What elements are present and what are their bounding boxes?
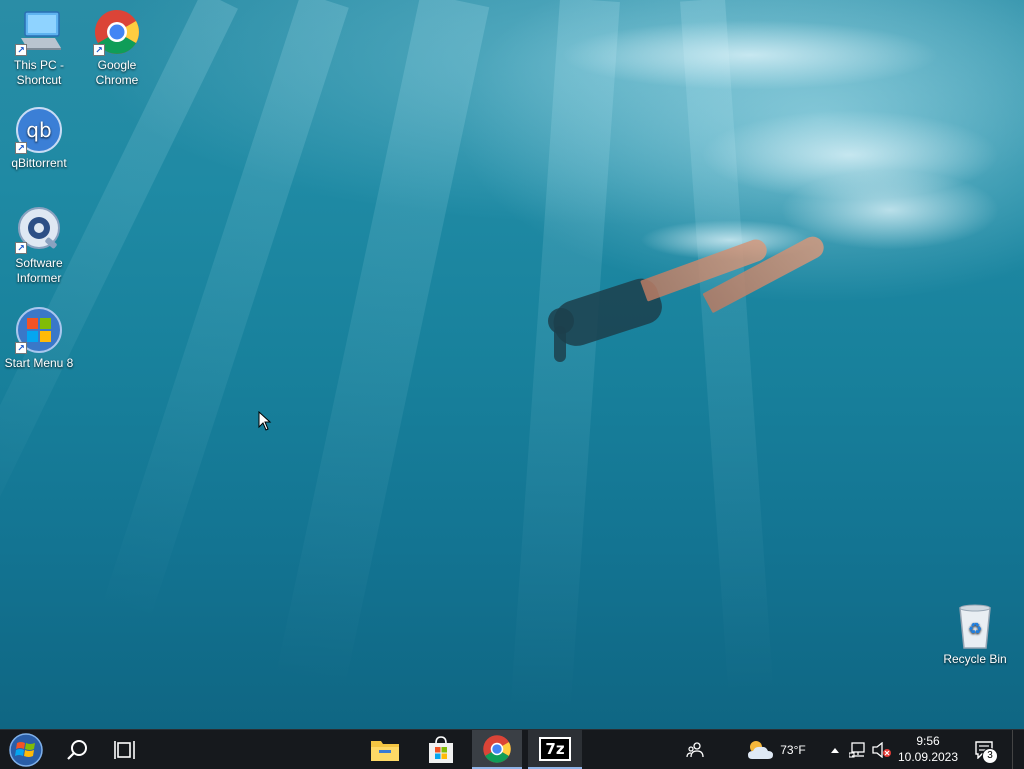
taskbar-app-microsoft-store[interactable] (416, 730, 466, 769)
chevron-up-icon (831, 747, 839, 753)
people-icon (686, 741, 704, 757)
light-ray (509, 0, 620, 721)
shortcut-arrow-icon: ↗ (15, 242, 27, 254)
light-ray (100, 0, 349, 626)
shortcut-arrow-icon: ↗ (15, 342, 27, 354)
taskbar-app-google-chrome[interactable] (472, 730, 522, 769)
task-view-button[interactable] (102, 730, 150, 769)
surface-foam (700, 110, 1000, 200)
show-desktop-button[interactable] (1012, 730, 1024, 769)
software-informer-icon: ↗ (15, 206, 63, 254)
start-button[interactable] (0, 730, 52, 769)
mouse-cursor-icon (258, 411, 272, 431)
clock-date: 10.09.2023 (897, 750, 959, 764)
taskbar-app-7zip[interactable]: 7z (528, 730, 582, 769)
volume-button[interactable] (870, 730, 894, 769)
windows-start-icon (9, 732, 43, 767)
shortcut-arrow-icon: ↗ (93, 44, 105, 56)
desktop-icon-label: Google Chrome (95, 58, 139, 87)
svg-text:♻: ♻ (968, 619, 982, 638)
desktop-icon-label: This PC - Shortcut (13, 58, 64, 87)
desktop-icon-label: Recycle Bin (943, 652, 1007, 666)
diver-arm (554, 326, 566, 362)
taskbar: 7z 73°F 9:56 10.09.2023 (0, 729, 1024, 769)
weather-widget[interactable]: 73°F (738, 730, 814, 769)
qbittorrent-icon: qb ↗ (15, 106, 63, 154)
desktop-icon-this-pc[interactable]: ↗ This PC - Shortcut (0, 8, 78, 88)
svg-text:qb: qb (26, 118, 51, 142)
desktop-icon-label: Start Menu 8 (4, 356, 74, 370)
people-button[interactable] (680, 730, 710, 769)
network-button[interactable] (846, 730, 870, 769)
desktop-background[interactable]: ↗ This PC - Shortcut ↗ Google Chrome qb … (0, 0, 1024, 729)
weather-temperature: 73°F (780, 742, 806, 757)
chrome-icon: ↗ (93, 8, 141, 56)
notification-count-badge: 3 (982, 748, 998, 764)
volume-muted-icon (872, 741, 891, 758)
this-pc-icon: ↗ (15, 8, 63, 56)
light-ray (680, 0, 774, 700)
clock-time: 9:56 (916, 734, 940, 748)
network-icon (849, 741, 865, 758)
store-icon (429, 735, 453, 763)
show-hidden-icons-button[interactable] (826, 730, 844, 769)
desktop-icon-google-chrome[interactable]: ↗ Google Chrome (78, 8, 156, 88)
desktop-icon-software-informer[interactable]: ↗ Software Informer (0, 206, 78, 286)
clock[interactable]: 9:56 10.09.2023 (895, 733, 961, 765)
recycle-bin-icon: ♻ (951, 602, 999, 650)
desktop-icon-start-menu-8[interactable]: ↗ Start Menu 8 (0, 306, 78, 371)
surface-foam (560, 20, 940, 90)
desktop-icon-qbittorrent[interactable]: qb ↗ qBittorrent (0, 106, 78, 171)
desktop-icon-recycle-bin[interactable]: ♻ Recycle Bin (936, 602, 1014, 667)
desktop-icon-label: qBittorrent (11, 156, 67, 170)
start-menu-8-icon: ↗ (15, 306, 63, 354)
task-view-icon (114, 740, 135, 759)
search-button[interactable] (54, 730, 102, 769)
chrome-icon (483, 734, 511, 763)
light-ray (275, 0, 490, 692)
taskbar-app-file-explorer[interactable] (360, 730, 410, 769)
7zip-icon: 7z (539, 736, 571, 761)
file-explorer-icon (371, 740, 399, 761)
search-icon (67, 739, 87, 760)
desktop-icon-label: Software Informer (15, 256, 63, 285)
weather-partly-cloudy-icon (748, 740, 774, 759)
shortcut-arrow-icon: ↗ (15, 142, 27, 154)
shortcut-arrow-icon: ↗ (15, 44, 27, 56)
